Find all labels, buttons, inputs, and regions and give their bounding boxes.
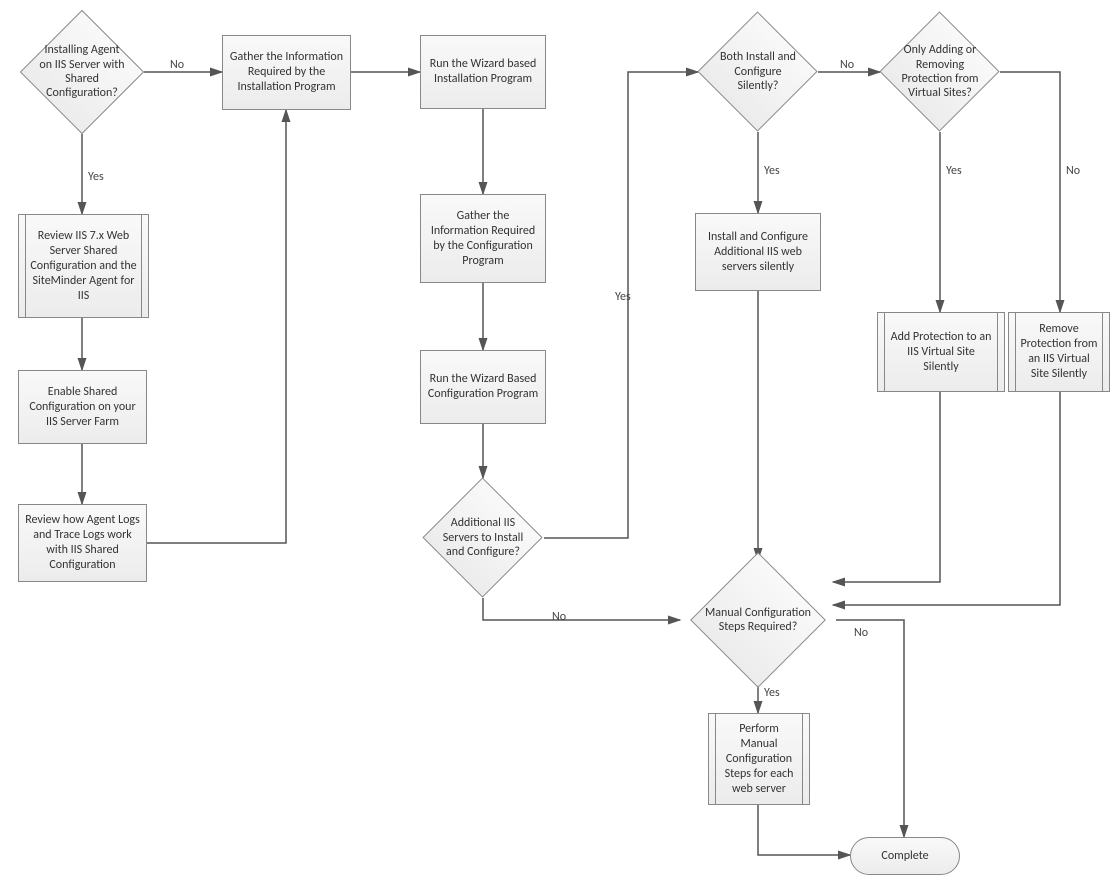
decision-install-silently: Both Install and Configure Silently? bbox=[698, 12, 818, 132]
edge-label-d5-no: No bbox=[854, 626, 868, 640]
process-install-additional-silently: Install and Configure Additional IIS web… bbox=[695, 213, 821, 291]
decision-shared-config: Installing Agent on IIS Server with Shar… bbox=[20, 10, 144, 134]
decision-manual-steps-label: Manual Configuration Steps Required? bbox=[680, 560, 836, 680]
process-gather-install-info: Gather the Information Required by the I… bbox=[222, 35, 351, 110]
decision-add-remove-protection: Only Adding or Removing Protection from … bbox=[880, 12, 1000, 132]
subprocess-perform-manual-steps: Perform Manual Configuration Steps for e… bbox=[708, 713, 810, 805]
decision-additional-servers: Additional IIS Servers to Install and Co… bbox=[423, 478, 543, 598]
process-enable-shared-config: Enable Shared Configuration on your IIS … bbox=[18, 370, 147, 444]
terminator-complete: Complete bbox=[850, 837, 960, 875]
edge-label-d3-yes: Yes bbox=[764, 164, 780, 178]
process-run-install-wizard: Run the Wizard based Installation Progra… bbox=[420, 35, 546, 109]
edge-label-d4-yes: Yes bbox=[946, 164, 962, 178]
decision-manual-steps: Manual Configuration Steps Required? bbox=[680, 560, 836, 680]
decision-add-remove-protection-label: Only Adding or Removing Protection from … bbox=[880, 12, 1000, 132]
decision-shared-config-label: Installing Agent on IIS Server with Shar… bbox=[20, 10, 144, 134]
edge-label-d1-yes: Yes bbox=[88, 170, 104, 184]
edge-label-d1-no: No bbox=[170, 58, 184, 72]
decision-additional-servers-label: Additional IIS Servers to Install and Co… bbox=[423, 478, 543, 598]
edge-label-d3-no: No bbox=[840, 58, 854, 72]
process-review-agent-logs: Review how Agent Logs and Trace Logs wor… bbox=[18, 504, 147, 582]
subprocess-review-iis7: Review IIS 7.x Web Server Shared Configu… bbox=[18, 214, 149, 318]
edge-label-d5-yes: Yes bbox=[764, 686, 780, 700]
subprocess-remove-protection: Remove Protection from an IIS Virtual Si… bbox=[1008, 312, 1110, 392]
edge-label-d4-no: No bbox=[1066, 164, 1080, 178]
process-gather-config-info: Gather the Information Required by the C… bbox=[420, 194, 546, 283]
subprocess-add-protection: Add Protection to an IIS Virtual Site Si… bbox=[877, 312, 1005, 392]
edge-label-d2-no: No bbox=[552, 610, 566, 624]
connector-layer bbox=[0, 0, 1112, 889]
process-run-config-wizard: Run the Wizard Based Configuration Progr… bbox=[420, 350, 546, 424]
edge-label-d2-yes: Yes bbox=[615, 290, 631, 304]
decision-install-silently-label: Both Install and Configure Silently? bbox=[698, 12, 818, 132]
